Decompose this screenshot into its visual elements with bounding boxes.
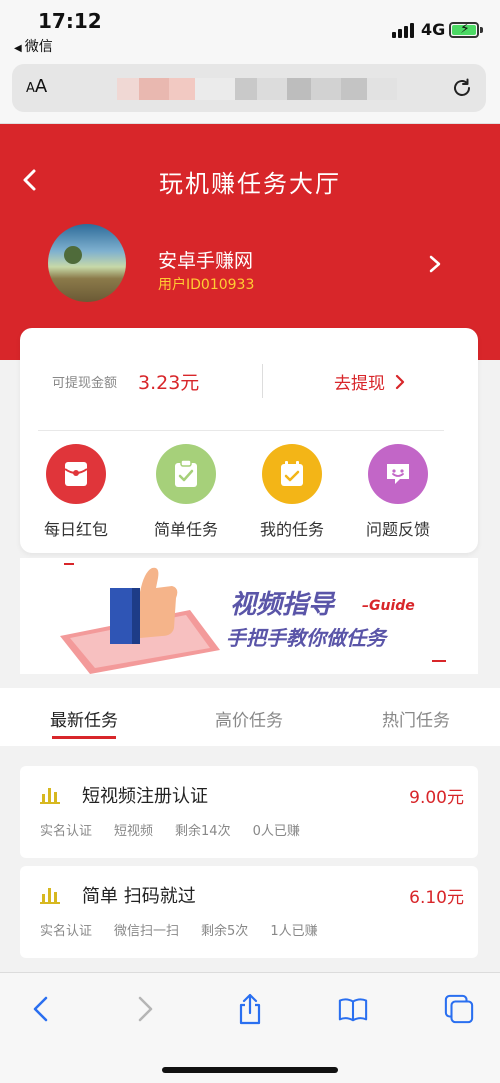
user-id: 用户ID010933: [158, 277, 255, 293]
task-price: 6.10元: [409, 888, 464, 908]
back-to-app-link[interactable]: ◀ 微信: [14, 36, 53, 56]
share-icon[interactable]: [235, 993, 265, 1025]
calendar-check-icon: [262, 444, 322, 504]
account-card: 可提现金额 3.23元 去提现 每日红包 简单任务 我的任务 问题反馈: [20, 328, 478, 553]
task-title: 短视频注册认证: [82, 786, 208, 807]
url-text-blurred: [117, 78, 397, 100]
decor-line: [432, 660, 446, 662]
task-card[interactable]: 简单 扫码就过 6.10元 实名认证 微信扫一扫 剩余5次 1人已赚: [20, 866, 478, 958]
forward-icon[interactable]: [130, 993, 160, 1025]
bar-chart-icon: [40, 788, 60, 804]
address-bar[interactable]: AA: [12, 64, 486, 112]
network-type: 4G: [421, 20, 446, 39]
bookmarks-icon[interactable]: [338, 993, 368, 1025]
task-meta: 实名认证 短视频 剩余14次 0人已赚: [40, 820, 322, 839]
battery-nub: [480, 27, 483, 33]
task-tabs: 最新任务 高价任务 热门任务: [0, 688, 500, 746]
quick-action-label: 简单任务: [153, 520, 218, 539]
banner-subline: 手把手教你做任务: [226, 626, 386, 650]
divider: [262, 364, 263, 398]
quick-action-my-tasks[interactable]: 我的任务: [242, 444, 342, 540]
page-header: 玩机赚任务大厅 安卓手赚网 用户ID010933: [0, 124, 500, 360]
video-guide-banner[interactable]: 视频指导 –Guide 手把手教你做任务: [20, 558, 478, 674]
status-bar: 17:12 ◀ 微信 4G ⚡: [0, 0, 500, 58]
task-title: 简单 扫码就过: [82, 886, 196, 907]
red-envelope-icon: [46, 444, 106, 504]
feedback-icon: [368, 444, 428, 504]
browser-address-area: AA: [0, 58, 500, 124]
user-name[interactable]: 安卓手赚网: [158, 246, 253, 273]
back-icon[interactable]: [26, 993, 56, 1025]
tabs-icon[interactable]: [444, 993, 474, 1025]
banner-headline: 视频指导: [230, 590, 335, 620]
task-tag: 短视频: [114, 824, 154, 839]
withdraw-button[interactable]: 去提现: [334, 369, 405, 394]
battery-icon: ⚡: [449, 21, 479, 38]
page-title: 玩机赚任务大厅: [159, 170, 341, 198]
quick-action-feedback[interactable]: 问题反馈: [348, 444, 448, 540]
chevron-right-icon: [395, 374, 405, 389]
quick-action-label: 我的任务: [259, 520, 324, 539]
bar-chart-icon: [40, 888, 60, 904]
status-time: 17:12: [38, 9, 102, 33]
balance-label: 可提现金额: [52, 376, 118, 391]
task-remaining: 剩余14次: [175, 824, 231, 839]
task-tag: 实名认证: [40, 824, 93, 839]
task-tag: 微信扫一扫: [114, 924, 180, 939]
task-card[interactable]: 短视频注册认证 9.00元 实名认证 短视频 剩余14次 0人已赚: [20, 766, 478, 858]
tab-high-price-tasks[interactable]: 高价任务: [215, 706, 283, 731]
balance-value: 3.23元: [138, 372, 200, 394]
home-indicator: [162, 1067, 338, 1073]
task-earned: 0人已赚: [252, 824, 300, 839]
task-remaining: 剩余5次: [201, 924, 249, 939]
task-earned: 1人已赚: [270, 924, 318, 939]
signal-icon: [392, 22, 414, 38]
task-price: 9.00元: [409, 788, 464, 808]
chevron-right-icon[interactable]: [428, 254, 442, 274]
quick-action-simple-tasks[interactable]: 简单任务: [136, 444, 236, 540]
task-meta: 实名认证 微信扫一扫 剩余5次 1人已赚: [40, 920, 340, 939]
active-tab-indicator: [52, 736, 116, 739]
tab-latest-tasks[interactable]: 最新任务: [50, 706, 118, 731]
banner-guide-suffix: –Guide: [362, 598, 415, 614]
tab-hot-tasks[interactable]: 热门任务: [382, 706, 450, 731]
quick-action-daily-red-envelope[interactable]: 每日红包: [26, 444, 126, 540]
quick-action-label: 问题反馈: [365, 520, 430, 539]
withdraw-label: 去提现: [334, 374, 385, 394]
quick-action-label: 每日红包: [43, 520, 108, 539]
clipboard-check-icon: [156, 444, 216, 504]
avatar[interactable]: [48, 224, 126, 302]
browser-toolbar: [0, 972, 500, 1083]
text-size-button[interactable]: AA: [26, 76, 47, 97]
back-app-label: 微信: [24, 39, 53, 55]
divider: [38, 430, 444, 431]
thumbs-up-phone-illustration: [60, 563, 220, 674]
task-tag: 实名认证: [40, 924, 93, 939]
reload-icon[interactable]: [450, 76, 474, 100]
